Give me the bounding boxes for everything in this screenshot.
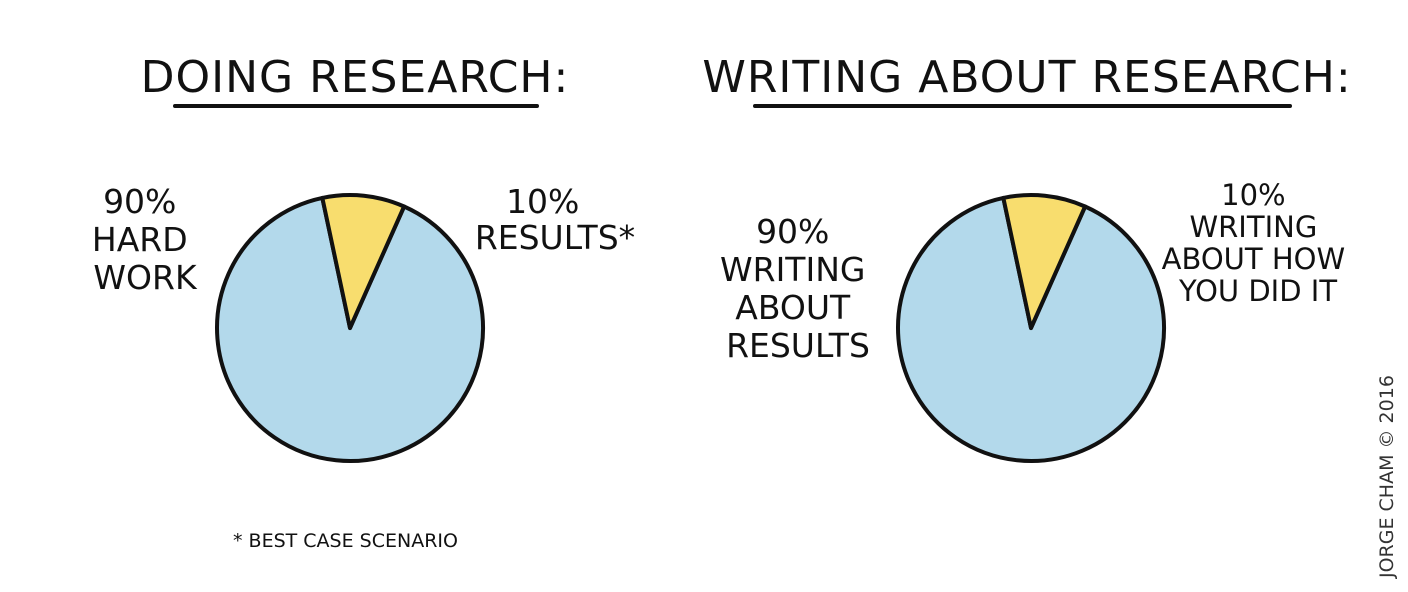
footnote: * BEST CASE SCENARIO [233, 530, 458, 552]
artist-credit: JORGE CHAM © 2016 [1376, 375, 1398, 579]
pie-writing-about-research [896, 193, 1167, 464]
slice-label-writing-about-how: 10% WRITING ABOUT HOW YOU DID IT [1162, 178, 1355, 308]
chart-title-writing-about-research: WRITING ABOUT RESEARCH: [702, 52, 1351, 103]
chart-title-doing-research: DOING RESEARCH: [141, 52, 570, 103]
pie-doing-research [215, 193, 486, 464]
chart-doing-research: DOING RESEARCH: 90% HARD WORK 10% RESULT… [92, 52, 635, 552]
slice-label-writing-about-results: 90% WRITING ABOUT RESULTS [720, 212, 876, 365]
chart-writing-about-research: WRITING ABOUT RESEARCH: 90% WRITING ABOU… [702, 52, 1355, 464]
slice-label-hard-work: 90% HARD WORK [92, 182, 198, 297]
slice-label-results: 10% RESULTS* [475, 182, 635, 257]
comic-canvas: DOING RESEARCH: 90% HARD WORK 10% RESULT… [92, 52, 1398, 579]
